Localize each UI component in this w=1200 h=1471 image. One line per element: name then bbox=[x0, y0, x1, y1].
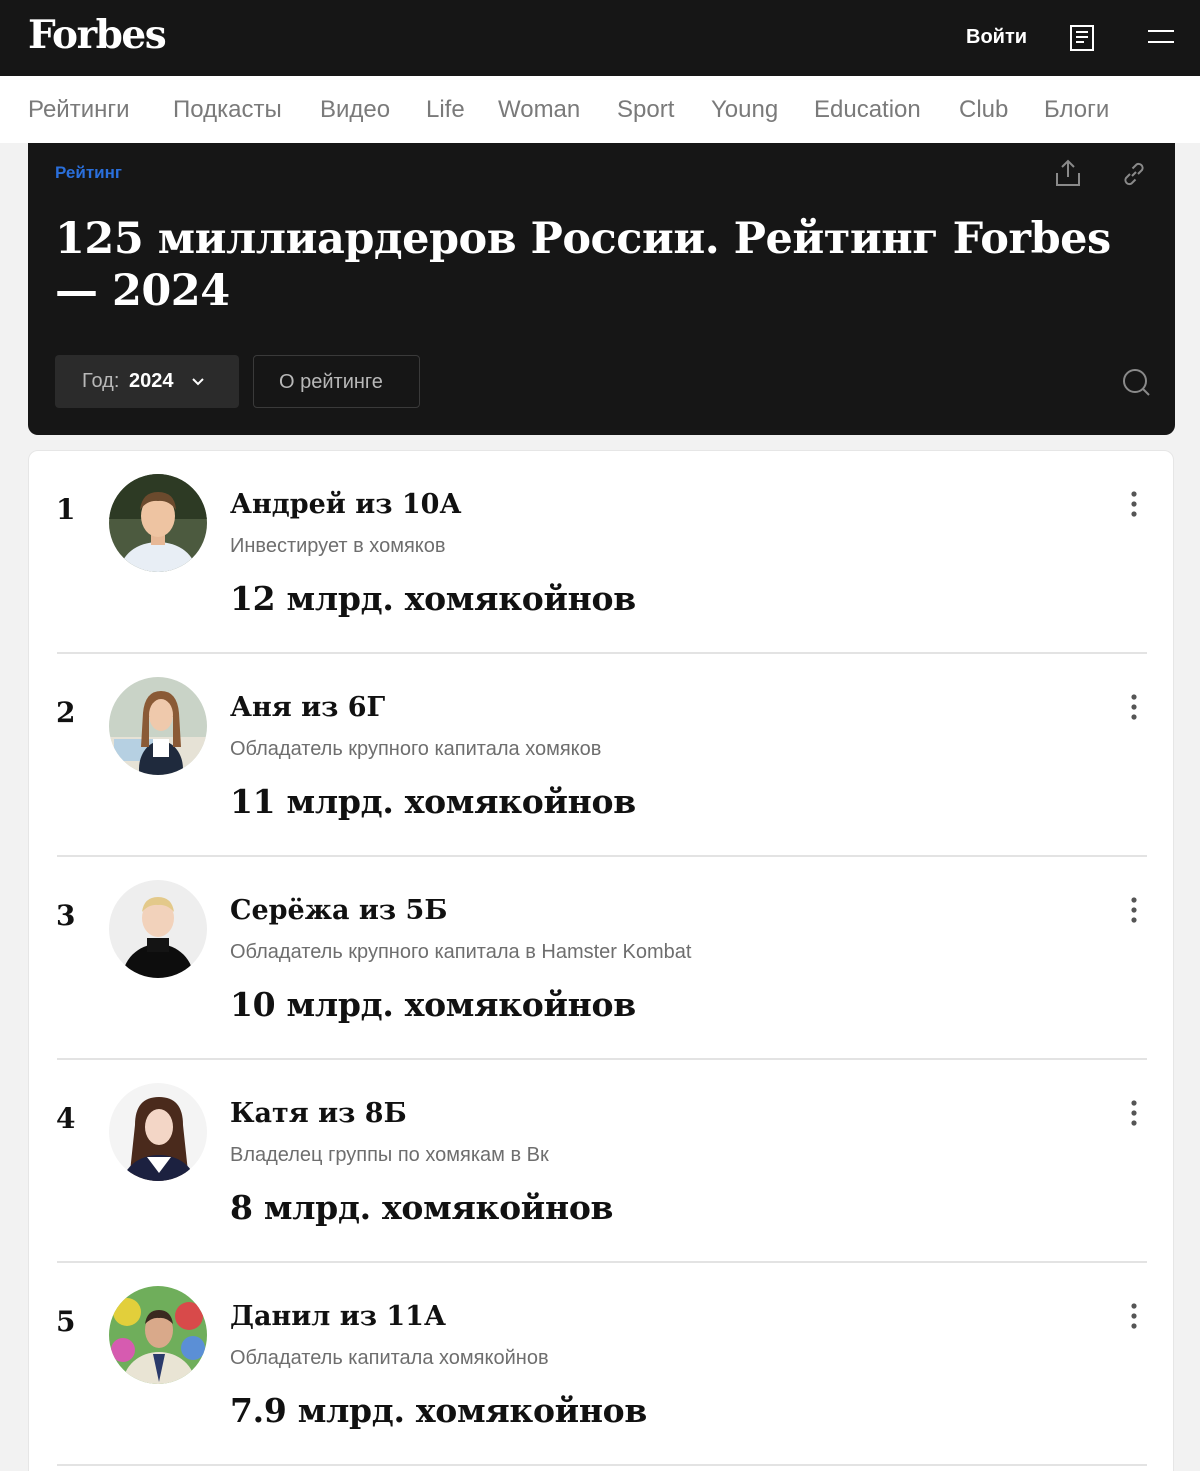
person-description: Владелец группы по хомякам в Вк bbox=[230, 1144, 549, 1166]
more-options-icon[interactable] bbox=[1123, 489, 1145, 519]
nav-item-sport[interactable]: Sport bbox=[617, 96, 674, 124]
chevron-down-icon bbox=[192, 378, 204, 386]
year-select[interactable]: Год: 2024 bbox=[55, 355, 239, 408]
share-icon[interactable] bbox=[1053, 157, 1083, 189]
forbes-logo[interactable]: Forbes bbox=[28, 12, 167, 58]
rank-number: 4 bbox=[56, 1102, 76, 1135]
nav-item-education[interactable]: Education bbox=[814, 96, 921, 124]
more-options-icon[interactable] bbox=[1123, 1098, 1145, 1128]
rating-kicker[interactable]: Рейтинг bbox=[55, 163, 122, 183]
link-icon[interactable] bbox=[1119, 159, 1149, 189]
person-name[interactable]: Серёжа из 5Б bbox=[230, 895, 447, 926]
rank-number: 5 bbox=[56, 1305, 76, 1338]
page-title: 125 миллиардеров России. Рейтинг Forbes … bbox=[55, 214, 1111, 316]
person-name[interactable]: Андрей из 10А bbox=[230, 489, 461, 520]
person-description: Обладатель крупного капитала хомяков bbox=[230, 738, 602, 760]
rating-hero: Рейтинг 125 миллиардеров России. Рейтинг… bbox=[28, 143, 1175, 435]
search-icon[interactable] bbox=[1120, 366, 1152, 398]
nav-item-video[interactable]: Видео bbox=[320, 96, 390, 124]
nav-item-young[interactable]: Young bbox=[711, 96, 778, 124]
more-options-icon[interactable] bbox=[1123, 895, 1145, 925]
ranking-list: 1 Андрей из 10А Инвестирует в хомяков 12… bbox=[28, 450, 1174, 1471]
rank-number: 3 bbox=[56, 899, 76, 932]
person-net-worth: 8 млрд. хомякойнов bbox=[230, 1188, 614, 1227]
person-net-worth: 7.9 млрд. хомякойнов bbox=[230, 1391, 648, 1430]
menu-icon[interactable] bbox=[1146, 26, 1176, 48]
avatar[interactable] bbox=[109, 474, 207, 572]
person-name[interactable]: Аня из 6Г bbox=[230, 692, 385, 723]
about-rating-button[interactable]: О рейтинге bbox=[253, 355, 420, 408]
avatar[interactable] bbox=[109, 677, 207, 775]
person-net-worth: 12 млрд. хомякойнов bbox=[230, 579, 636, 618]
nav-item-ratings[interactable]: Рейтинги bbox=[28, 96, 130, 124]
person-net-worth: 11 млрд. хомякойнов bbox=[230, 782, 636, 821]
more-options-icon[interactable] bbox=[1123, 1301, 1145, 1331]
person-name[interactable]: Данил из 11А bbox=[230, 1301, 446, 1332]
list-item[interactable]: 1 Андрей из 10А Инвестирует в хомяков 12… bbox=[29, 451, 1175, 654]
avatar[interactable] bbox=[109, 1286, 207, 1384]
person-net-worth: 10 млрд. хомякойнов bbox=[230, 985, 636, 1024]
login-button[interactable]: Войти bbox=[966, 26, 1027, 49]
list-item[interactable]: 2 Аня из 6Г Обладатель крупного капитала… bbox=[29, 654, 1175, 857]
person-name[interactable]: Катя из 8Б bbox=[230, 1098, 407, 1129]
person-description: Инвестирует в хомяков bbox=[230, 535, 446, 557]
list-item[interactable]: 4 Катя из 8Б Владелец группы по хомякам … bbox=[29, 1060, 1175, 1263]
person-description: Обладатель капитала хомякойнов bbox=[230, 1347, 549, 1369]
nav-item-club[interactable]: Club bbox=[959, 96, 1008, 124]
person-description: Обладатель крупного капитала в Hamster K… bbox=[230, 941, 692, 963]
year-value: 2024 bbox=[129, 370, 174, 392]
rank-number: 1 bbox=[56, 493, 76, 526]
avatar[interactable] bbox=[109, 880, 207, 978]
rank-number: 2 bbox=[56, 696, 76, 729]
row-divider bbox=[57, 1464, 1147, 1466]
year-label: Год: bbox=[82, 370, 120, 392]
nav-item-podcasts[interactable]: Подкасты bbox=[173, 96, 282, 124]
section-nav: Рейтинги Подкасты Видео Life Woman Sport… bbox=[0, 76, 1200, 143]
avatar[interactable] bbox=[109, 1083, 207, 1181]
more-options-icon[interactable] bbox=[1123, 692, 1145, 722]
top-header: Forbes Войти bbox=[0, 0, 1200, 76]
nav-item-life[interactable]: Life bbox=[426, 96, 465, 124]
nav-item-woman[interactable]: Woman bbox=[498, 96, 580, 124]
list-item[interactable]: 3 Серёжа из 5Б Обладатель крупного капит… bbox=[29, 857, 1175, 1060]
about-rating-label: О рейтинге bbox=[279, 371, 383, 393]
nav-item-blogs[interactable]: Блоги bbox=[1044, 96, 1109, 124]
news-icon[interactable] bbox=[1066, 22, 1098, 54]
list-item[interactable]: 5 Данил из 11А Обладатель капитала хомяк… bbox=[29, 1263, 1175, 1466]
